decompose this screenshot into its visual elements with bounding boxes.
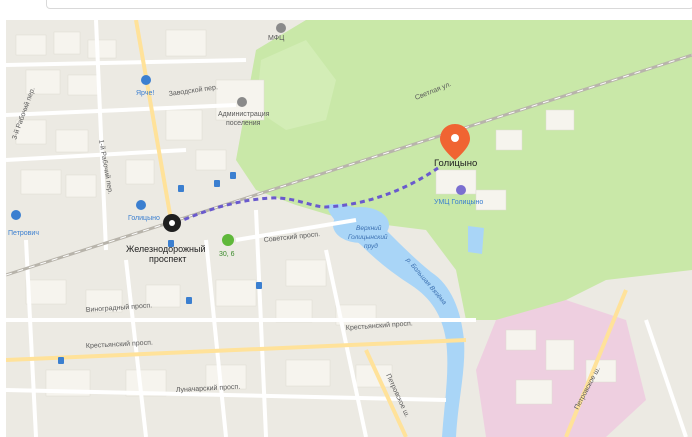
station-name-line2: проспект <box>149 254 186 264</box>
office-icon <box>276 23 286 33</box>
svg-text:Голицыно: Голицыно <box>128 215 160 222</box>
map-screenshot: Заводской пер. 1-й Рабочий пер. 3-й Рабо… <box>0 0 692 437</box>
education-icon <box>456 185 466 195</box>
search-bar[interactable] <box>46 0 692 9</box>
svg-text:поселения: поселения <box>226 120 261 127</box>
pond-small <box>468 226 484 254</box>
destination-label: Голицыно <box>434 158 477 169</box>
pond-label-1: Верхний <box>356 224 382 232</box>
shop-icon <box>141 75 151 85</box>
train-icon <box>136 200 146 210</box>
svg-text:Петрович: Петрович <box>8 230 39 237</box>
svg-text:УМЦ Голицыно: УМЦ Голицыно <box>434 199 483 206</box>
bus-icon <box>222 234 234 246</box>
svg-text:Ярче!: Ярче! <box>136 90 154 97</box>
svg-text:30, 6: 30, 6 <box>219 251 235 258</box>
pond-label-3: пруд <box>364 242 378 250</box>
building-icon <box>237 97 247 107</box>
pond-label-2: Голицынский <box>348 233 388 241</box>
map-canvas[interactable]: Заводской пер. 1-й Рабочий пер. 3-й Рабо… <box>6 20 692 437</box>
station-name-line1: Железнодорожный <box>126 244 206 254</box>
svg-text:Администрация: Администрация <box>218 111 270 118</box>
store-icon <box>11 210 21 220</box>
svg-text:МФЦ: МФЦ <box>268 35 285 42</box>
